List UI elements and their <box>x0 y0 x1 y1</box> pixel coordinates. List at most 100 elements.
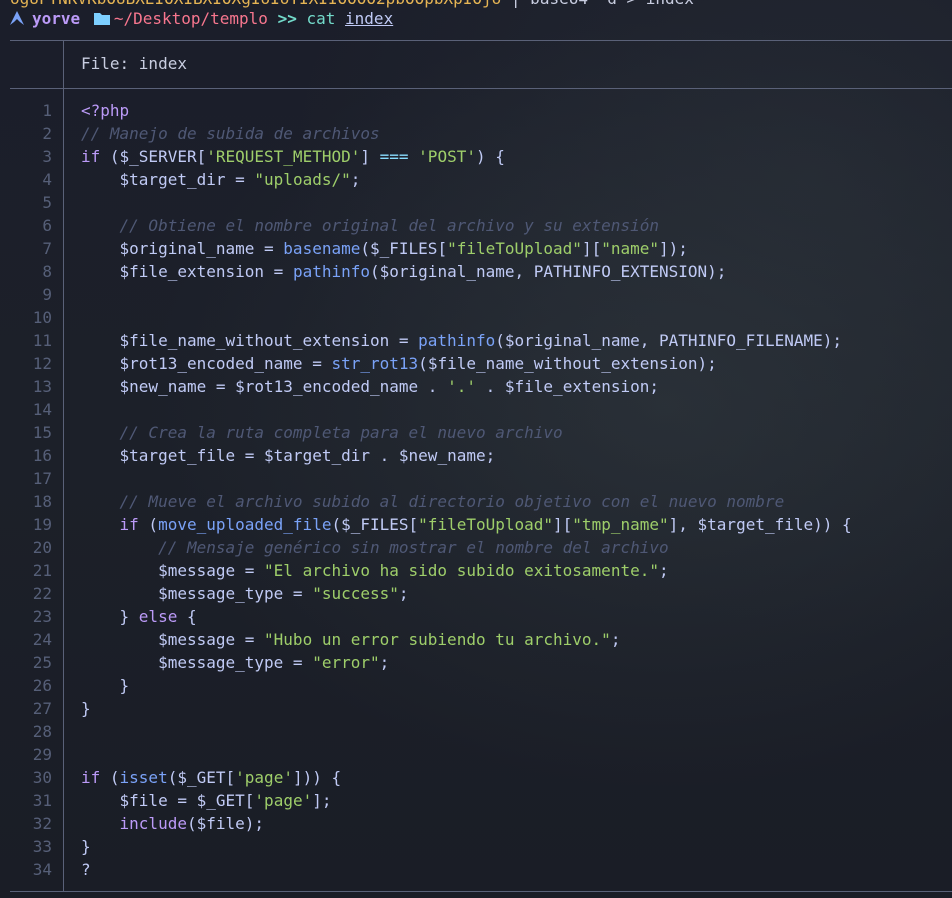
code-token: = <box>206 377 236 396</box>
code-token: ][ <box>581 239 602 258</box>
command-argument: index <box>345 9 394 28</box>
code-token: } <box>81 837 91 856</box>
code-token: ; <box>398 584 409 603</box>
code-line: $target_file = $target_dir . $new_name; <box>81 444 951 467</box>
code-token: $file_name_without_extension <box>81 331 390 350</box>
code-token: // Mueve el archivo subido al directorio… <box>81 492 785 511</box>
code-token: [ <box>244 791 255 810</box>
line-number-gutter: 1 2 3 4 5 6 7 8 9 10 11 12 13 14 15 16 17 18 19 20 21 22 23 24 2… <box>10 99 52 881</box>
previous-command-pipe: | base64 -d > index <box>501 0 694 8</box>
code-token: ]; <box>312 791 332 810</box>
code-line: if (isset($_GET['page'])) { <box>81 766 951 789</box>
code-token: = <box>389 331 419 350</box>
code-token: $target_dir <box>81 170 226 189</box>
code-token: = <box>235 446 265 465</box>
line-number: 14 <box>32 400 52 419</box>
code-line: $original_name = basename($_FILES["fileT… <box>81 237 951 260</box>
code-token: $target_file <box>697 515 814 534</box>
code-token: = <box>283 653 313 672</box>
code-token: $target_file <box>81 446 236 465</box>
code-token: $file <box>81 791 168 810</box>
code-token: ] <box>360 147 380 166</box>
code-token: $message_type <box>81 584 284 603</box>
code-token: $message_type <box>81 653 284 672</box>
prompt-chevrons: >> <box>277 9 297 28</box>
line-number: 5 <box>42 193 52 212</box>
code-token: [ <box>225 768 236 787</box>
code-token: = <box>225 170 255 189</box>
code-token: ][ <box>553 515 573 534</box>
code-token: ; <box>379 653 390 672</box>
code-token: , PATHINFO_FILENAME); <box>639 331 843 350</box>
code-line: // Crea la ruta completa para el nuevo a… <box>81 421 951 444</box>
code-view: <?php // Manejo de subida de archivos if (… <box>81 99 951 881</box>
code-line: <?php <box>81 99 951 122</box>
code-token: ( <box>331 515 342 534</box>
code-token: ); <box>697 354 717 373</box>
code-token: [ <box>196 147 207 166</box>
line-number: 34 <box>32 860 52 879</box>
header-gutter-divider <box>63 40 64 88</box>
code-token: ( <box>418 354 428 373</box>
code-token: ( <box>138 515 159 534</box>
code-line: $file_extension = pathinfo($original_nam… <box>81 260 951 283</box>
code-line: if ($_SERVER['REQUEST_METHOD'] === 'POST… <box>81 145 951 168</box>
line-number: 13 <box>32 377 52 396</box>
code-line: $message_type = "error"; <box>81 651 951 674</box>
code-token: = <box>254 239 284 258</box>
code-line: $target_dir = "uploads/"; <box>81 168 951 191</box>
code-line: } <box>81 674 951 697</box>
code-token: "fileToUpload" <box>418 515 554 534</box>
code-token: str_rot13 <box>331 354 419 373</box>
code-token: $_FILES <box>370 239 438 258</box>
line-number: 25 <box>32 653 52 672</box>
line-number: 6 <box>42 216 52 235</box>
code-token: 'page' <box>254 791 313 810</box>
code-token: include <box>81 814 187 833</box>
code-token: '.' <box>447 377 476 396</box>
line-number: 22 <box>32 584 52 603</box>
code-token: // Obtiene el nombre original del archiv… <box>81 216 659 235</box>
code-line: } else { <box>81 605 951 628</box>
code-token: $message <box>81 630 236 649</box>
code-token: } <box>81 607 139 626</box>
code-token: ( <box>186 814 197 833</box>
code-token: { <box>177 607 197 626</box>
code-token: } <box>81 699 91 718</box>
prompt-username: yorve <box>32 9 81 28</box>
code-token: $file_extension <box>504 377 650 396</box>
line-number: 31 <box>32 791 52 810</box>
line-number: 8 <box>42 262 52 281</box>
code-line: ? <box>81 858 951 881</box>
code-line: $message = "El archivo ha sido subido ex… <box>81 559 951 582</box>
gutter-divider <box>63 88 64 891</box>
line-number: 26 <box>32 676 52 695</box>
code-line: } <box>81 835 951 858</box>
code-token: $target_dir <box>264 446 370 465</box>
line-number: 30 <box>32 768 52 787</box>
line-number: 20 <box>32 538 52 557</box>
code-line: // Mueve el archivo subido al directorio… <box>81 490 951 513</box>
code-token: isset <box>119 768 168 787</box>
code-token: ( <box>495 331 505 350</box>
code-token: } <box>81 676 130 695</box>
code-token: "success" <box>312 584 399 603</box>
code-token: [ <box>437 239 448 258</box>
line-number: 7 <box>42 239 52 258</box>
code-token: $_SERVER <box>119 147 197 166</box>
code-token: ( <box>360 239 370 258</box>
line-number: 24 <box>32 630 52 649</box>
line-number: 23 <box>32 607 52 626</box>
code-token: pathinfo <box>418 331 496 350</box>
code-token: = <box>235 630 265 649</box>
line-number: 12 <box>32 354 52 373</box>
code-token: $new_name <box>398 446 486 465</box>
code-token: $original_name <box>81 239 255 258</box>
code-token: $original_name <box>379 262 515 281</box>
